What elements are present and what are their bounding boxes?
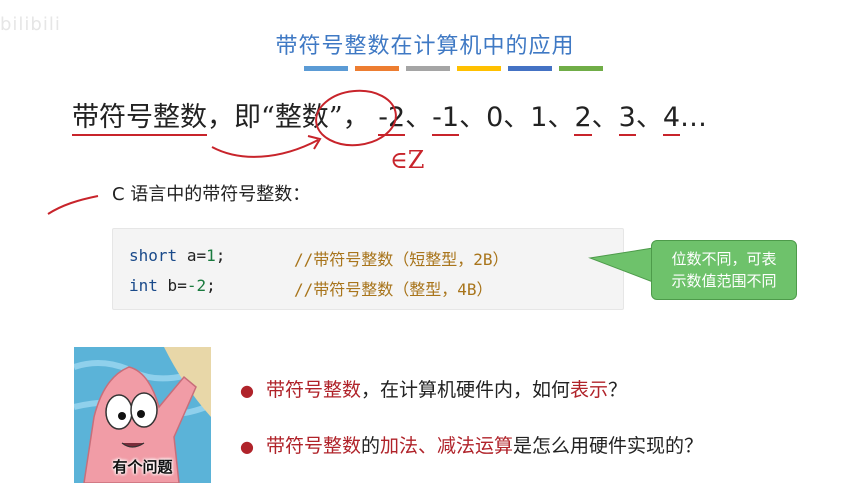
bullet-2-end: 是怎么用硬件实现的？: [513, 435, 704, 457]
term-signed-integer: 带符号整数: [72, 102, 207, 136]
number-neg1: -1: [432, 102, 460, 136]
meme-caption: 有个问题: [112, 458, 173, 476]
patrick-meme-image: 有个问题: [74, 347, 211, 483]
code-end: ;: [206, 276, 216, 295]
color-bar-6: [559, 66, 603, 71]
code-comment: //带符号整数（整型，4B）: [294, 280, 493, 299]
sep-2: ”，: [328, 102, 370, 133]
code-var: b: [167, 276, 178, 295]
signed-integer-definition: 带符号整数，即“整数”， -2、-1、0、1、2、3、4…: [72, 95, 707, 136]
delim: 、: [547, 102, 575, 133]
color-bar-4: [457, 66, 501, 71]
code-var: a: [186, 246, 197, 265]
bullet-1-end: ？: [608, 379, 628, 401]
number-1: 1: [530, 102, 548, 133]
color-bar-2: [355, 66, 399, 71]
number-3: 3: [618, 102, 636, 136]
code-type: int: [129, 276, 158, 295]
delim: 、: [405, 102, 433, 133]
curved-arrow: [211, 139, 319, 158]
stroke-mark: [47, 195, 99, 215]
sep-1: ，即“: [207, 102, 275, 133]
number-0: 0: [486, 102, 504, 133]
delim: 、: [459, 102, 487, 133]
code-op: =: [196, 246, 207, 265]
code-comment: //带符号整数（短整型，2B）: [294, 250, 509, 269]
number-neg2: -2: [378, 102, 406, 136]
code-end: ;: [215, 246, 226, 265]
ellipsis: …: [680, 102, 707, 133]
delim: 、: [591, 102, 619, 133]
code-type: short: [129, 246, 178, 265]
bullet-dot: ●: [240, 381, 254, 400]
bullet-dot: ●: [240, 437, 254, 456]
bullet-2-text: 的: [360, 435, 380, 457]
code-block: short a=1;//带符号整数（短整型，2B） int b=-2;//带符号…: [112, 228, 624, 310]
code-line-short: short a=1; //带符号整数（短整型，2B）: [129, 246, 509, 269]
number-2: 2: [574, 102, 592, 136]
bit-width-callout: 位数不同，可表 示数值范围不同: [651, 240, 797, 300]
code-val: -2: [186, 276, 207, 295]
delim: 、: [503, 102, 531, 133]
color-bar-1: [304, 66, 348, 71]
code-op: =: [177, 276, 187, 295]
slide-title: 带符号整数在计算机中的应用: [275, 34, 575, 59]
bullet-1-red-term: 带符号整数: [265, 379, 361, 401]
bullet-1-red-keyword: 表示: [570, 379, 609, 401]
code-val: 1: [206, 246, 216, 265]
delim: 、: [635, 102, 663, 133]
callout-line-1: 位数不同，可表: [671, 250, 777, 268]
c-language-subheading: C 语言中的带符号整数：: [112, 184, 311, 205]
color-bar-3: [406, 66, 450, 71]
bullet-question-1: ● 带符号整数，在计算机硬件内，如何表示？: [240, 375, 627, 402]
quoted-integer: 整数: [274, 102, 329, 133]
bullet-2-red-term: 带符号整数: [265, 435, 361, 457]
bullet-1-text: ，在计算机硬件内，如何: [360, 379, 570, 401]
number-4: 4: [662, 102, 680, 136]
color-bar-5: [508, 66, 552, 71]
element-of-z-annotation: ∈Z: [390, 146, 425, 174]
code-line-int: int b=-2; //带符号整数（整型，4B）: [129, 276, 493, 299]
arrow-head: [307, 135, 322, 150]
bullet-2-red-keyword: 加法、减法运算: [380, 435, 514, 457]
callout-line-2: 示数值范围不同: [671, 272, 777, 290]
title-color-bars: [304, 66, 603, 71]
bullet-question-2: ● 带符号整数的加法、减法运算是怎么用硬件实现的？: [240, 431, 703, 458]
